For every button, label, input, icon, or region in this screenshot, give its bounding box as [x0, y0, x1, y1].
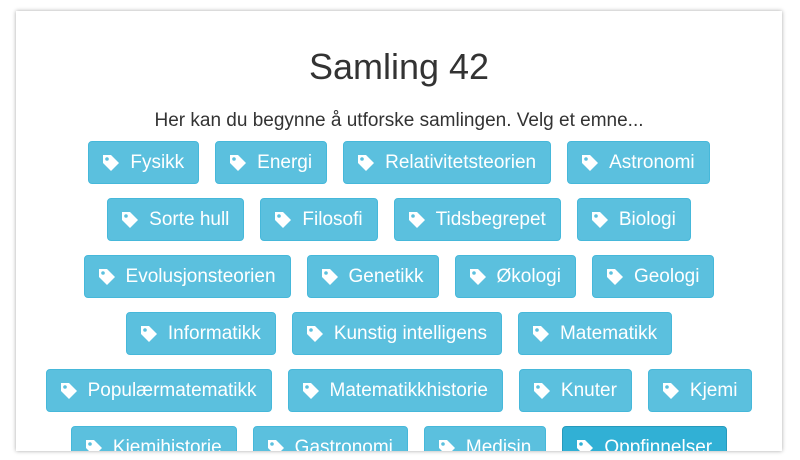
tag-row-1: Fysikk Energi Relativitetsteorien Astron… — [16, 141, 782, 184]
tag-button-relativitetsteorien[interactable]: Relativitetsteorien — [343, 141, 552, 184]
tag-button-biologi[interactable]: Biologi — [576, 198, 691, 241]
tag-icon — [84, 438, 104, 451]
tag-label: Informatikk — [167, 322, 261, 344]
tag-label: Matematikkhistorie — [329, 379, 488, 401]
intro-text: Her kan du begynne å utforske samlingen.… — [154, 110, 644, 131]
tag-icon — [120, 210, 140, 230]
tag-icon — [320, 267, 340, 287]
tag-button-medisin[interactable]: Medisin — [423, 426, 547, 452]
tag-button-kjemi[interactable]: Kjemi — [647, 369, 753, 412]
tag-icon — [266, 438, 286, 451]
tag-row-5: Populærmatematikk Matematikkhistorie Knu… — [16, 369, 782, 412]
tag-button-evolusjonsteorien[interactable]: Evolusjonsteorien — [83, 255, 291, 298]
tag-label: Matematikk — [559, 322, 658, 344]
tag-icon — [590, 210, 610, 230]
tag-row-6: Kjemihistorie Gastronomi Medisin Oppfinn… — [16, 426, 782, 451]
tag-button-knuter[interactable]: Knuter — [518, 369, 632, 412]
tag-label: Relativitetsteorien — [385, 151, 537, 173]
tag-label: Økologi — [496, 265, 561, 287]
tag-row-4: Informatikk Kunstig intelligens Matemati… — [16, 312, 782, 355]
tag-label: Populærmatematikk — [87, 379, 257, 401]
tag-label: Astronomi — [609, 151, 695, 173]
tag-icon — [139, 324, 159, 344]
tag-icon — [437, 438, 457, 451]
tag-label: Genetikk — [348, 265, 424, 287]
tag-icon — [407, 210, 427, 230]
tag-button-filosofi[interactable]: Filosofi — [260, 198, 378, 241]
tag-icon — [228, 153, 248, 173]
tag-button-genetikk[interactable]: Genetikk — [306, 255, 439, 298]
tag-icon — [575, 438, 595, 451]
tag-button-okologi[interactable]: Økologi — [454, 255, 576, 298]
tag-button-tidsbegrepet[interactable]: Tidsbegrepet — [393, 198, 561, 241]
tag-icon — [305, 324, 325, 344]
tag-label: Gastronomi — [294, 436, 393, 452]
tag-button-oppfinnelser[interactable]: Oppfinnelser — [562, 426, 728, 452]
tag-label: Medisin — [465, 436, 532, 452]
tag-icon — [605, 267, 625, 287]
tag-label: Sorte hull — [149, 208, 230, 230]
tag-label: Kjemi — [689, 379, 738, 401]
tag-button-astronomi[interactable]: Astronomi — [567, 141, 710, 184]
tag-button-energi[interactable]: Energi — [215, 141, 328, 184]
tag-icon — [97, 267, 117, 287]
tag-label: Tidsbegrepet — [435, 208, 546, 230]
tag-button-matematikk[interactable]: Matematikk — [517, 312, 673, 355]
tag-button-fysikk[interactable]: Fysikk — [88, 141, 200, 184]
tag-label: Kjemihistorie — [112, 436, 222, 452]
tag-label: Oppfinnelser — [604, 436, 713, 452]
tag-label: Biologi — [618, 208, 676, 230]
tag-button-matematikkhistorie[interactable]: Matematikkhistorie — [287, 369, 503, 412]
tag-icon — [59, 381, 79, 401]
tag-button-kunstig-intelligens[interactable]: Kunstig intelligens — [291, 312, 502, 355]
tag-button-sorte-hull[interactable]: Sorte hull — [107, 198, 245, 241]
tag-icon — [468, 267, 488, 287]
tag-button-popularmatematikk[interactable]: Populærmatematikk — [45, 369, 272, 412]
tag-icon — [532, 381, 552, 401]
collection-panel: Samling 42 Her kan du begynne å utforske… — [16, 11, 782, 451]
tag-label: Energi — [257, 151, 313, 173]
tag-button-kjemihistorie[interactable]: Kjemihistorie — [70, 426, 237, 452]
tag-label: Geologi — [633, 265, 700, 287]
tag-icon — [301, 381, 321, 401]
tag-button-informatikk[interactable]: Informatikk — [125, 312, 276, 355]
tag-row-3: Evolusjonsteorien Genetikk Økologi Geolo… — [16, 255, 782, 298]
tag-button-gastronomi[interactable]: Gastronomi — [252, 426, 408, 452]
tag-icon — [580, 153, 600, 173]
tag-button-geologi[interactable]: Geologi — [591, 255, 715, 298]
tag-icon — [356, 153, 376, 173]
tag-icon — [661, 381, 681, 401]
tag-label: Fysikk — [130, 151, 185, 173]
tag-label: Kunstig intelligens — [333, 322, 487, 344]
tag-label: Evolusjonsteorien — [125, 265, 276, 287]
page-title: Samling 42 — [308, 46, 490, 87]
tag-icon — [531, 324, 551, 344]
tag-row-2: Sorte hull Filosofi Tidsbegrepet Biologi — [16, 198, 782, 241]
tag-label: Knuter — [560, 379, 617, 401]
tag-icon — [101, 153, 121, 173]
tag-label: Filosofi — [302, 208, 363, 230]
tag-icon — [273, 210, 293, 230]
